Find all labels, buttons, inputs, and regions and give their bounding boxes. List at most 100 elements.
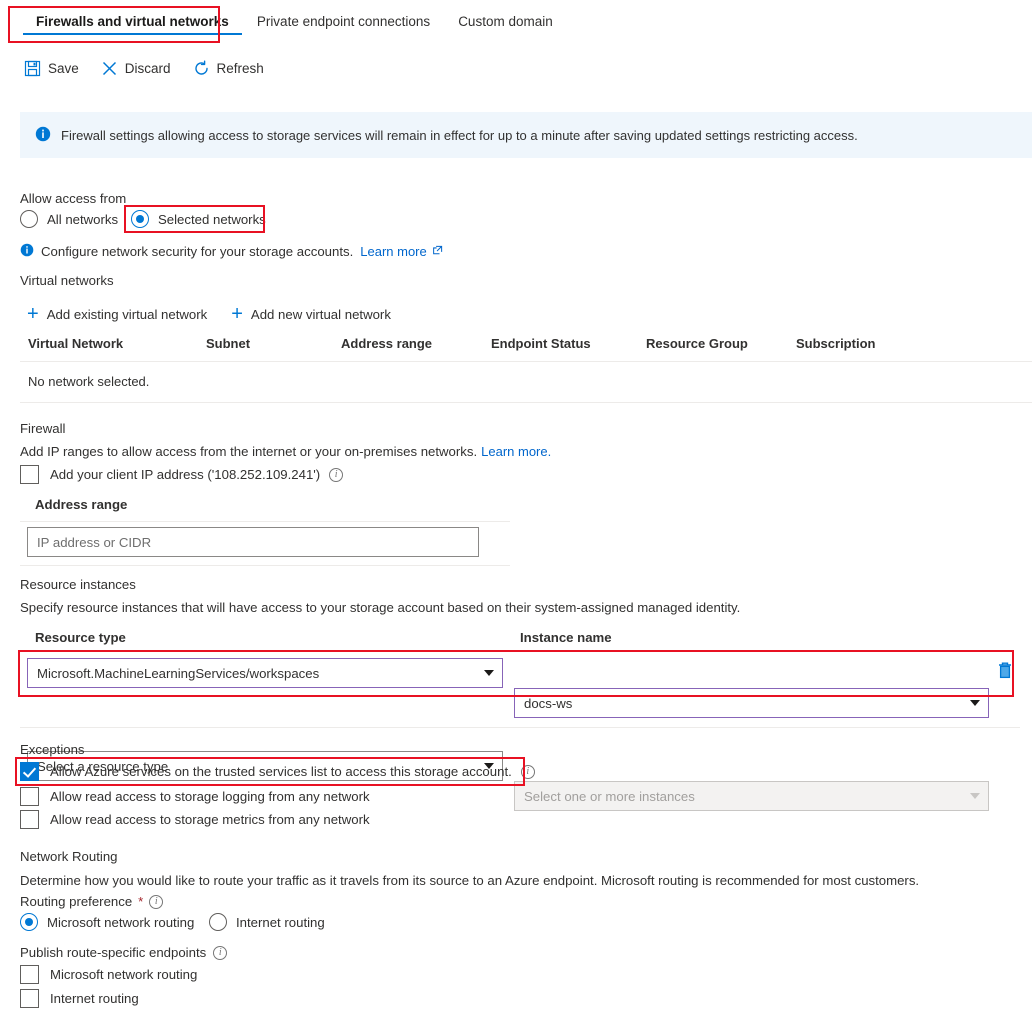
instance-name-dropdown-row-2: Select one or more instances bbox=[514, 781, 989, 811]
resource-type-dropdown-row-1[interactable]: Microsoft.MachineLearningServices/worksp… bbox=[27, 658, 503, 688]
publish-internet-routing-checkbox[interactable] bbox=[20, 989, 39, 1008]
radio-all-networks[interactable]: All networks bbox=[20, 210, 118, 228]
exception-storage-logging-label: Allow read access to storage logging fro… bbox=[50, 789, 370, 804]
exception-storage-logging-checkbox[interactable] bbox=[20, 787, 39, 806]
instance-name-dropdown-row-1[interactable]: docs-ws bbox=[514, 688, 989, 718]
column-header-address-range: Address range bbox=[341, 336, 433, 351]
save-label: Save bbox=[48, 61, 79, 76]
table-empty-row: No network selected. bbox=[20, 361, 1032, 403]
exceptions-label: Exceptions bbox=[20, 742, 85, 757]
publish-microsoft-routing-row[interactable]: Microsoft network routing bbox=[20, 965, 197, 984]
radio-internet-routing[interactable]: Internet routing bbox=[209, 913, 325, 931]
publish-endpoints-label: Publish route-specific endpoints bbox=[20, 945, 207, 960]
plus-icon: + bbox=[27, 303, 39, 325]
routing-preference-label-row: Routing preference * i bbox=[20, 894, 164, 909]
exception-trusted-services-row[interactable]: Allow Azure services on the trusted serv… bbox=[20, 762, 535, 781]
virtual-networks-table: Virtual Network Subnet Address range End… bbox=[20, 336, 1032, 403]
publish-microsoft-routing-checkbox[interactable] bbox=[20, 965, 39, 984]
radio-indicator-all-networks[interactable] bbox=[20, 210, 38, 228]
table-header-row: Virtual Network Subnet Address range End… bbox=[20, 336, 1032, 361]
add-existing-virtual-network-button[interactable]: + Add existing virtual network bbox=[27, 304, 207, 324]
divider-above-address-range bbox=[20, 521, 510, 522]
resource-instances-description: Specify resource instances that will hav… bbox=[20, 600, 741, 615]
info-banner-text: Firewall settings allowing access to sto… bbox=[61, 127, 858, 143]
info-banner: Firewall settings allowing access to sto… bbox=[20, 112, 1032, 158]
command-bar: Save Discard Refresh bbox=[24, 60, 264, 77]
exception-storage-metrics-row[interactable]: Allow read access to storage metrics fro… bbox=[20, 810, 370, 829]
add-new-virtual-network-button[interactable]: + Add new virtual network bbox=[231, 304, 391, 324]
radio-selected-networks[interactable]: Selected networks bbox=[131, 210, 266, 228]
resource-instances-label: Resource instances bbox=[20, 577, 136, 592]
allow-access-from-label: Allow access from bbox=[20, 191, 127, 206]
add-client-ip-checkbox-row[interactable]: Add your client IP address ('108.252.109… bbox=[20, 465, 344, 484]
chevron-down-icon bbox=[970, 700, 980, 706]
publish-internet-routing-row[interactable]: Internet routing bbox=[20, 989, 139, 1008]
trash-can-icon bbox=[996, 662, 1014, 683]
discard-label: Discard bbox=[124, 61, 171, 76]
tab-private-endpoint-connections[interactable]: Private endpoint connections bbox=[243, 12, 444, 39]
virtual-networks-label: Virtual networks bbox=[20, 273, 114, 288]
tab-bar: Firewalls and virtual networks Private e… bbox=[0, 0, 1032, 48]
radio-indicator-selected-networks[interactable] bbox=[131, 210, 149, 228]
info-outline-icon[interactable]: i bbox=[149, 894, 164, 909]
firewall-label: Firewall bbox=[20, 421, 66, 436]
refresh-button[interactable]: Refresh bbox=[193, 60, 264, 77]
column-header-subnet: Subnet bbox=[206, 336, 251, 351]
radio-indicator-microsoft-routing[interactable] bbox=[20, 913, 38, 931]
routing-preference-label: Routing preference bbox=[20, 894, 133, 909]
exception-trusted-services-checkbox[interactable] bbox=[20, 762, 39, 781]
radio-indicator-internet-routing[interactable] bbox=[209, 913, 227, 931]
instance-name-value-row-1: docs-ws bbox=[524, 695, 573, 711]
firewall-description-text: Add IP ranges to allow access from the i… bbox=[20, 444, 478, 459]
address-range-input[interactable] bbox=[27, 527, 479, 557]
info-filled-icon bbox=[20, 243, 34, 260]
tab-custom-domain[interactable]: Custom domain bbox=[444, 12, 567, 39]
exception-storage-metrics-label: Allow read access to storage metrics fro… bbox=[50, 812, 370, 827]
column-header-resource-group: Resource Group bbox=[646, 336, 748, 351]
info-filled-icon bbox=[35, 126, 51, 145]
firewall-learn-more-link[interactable]: Learn more. bbox=[481, 444, 551, 459]
firewall-description: Add IP ranges to allow access from the i… bbox=[20, 444, 551, 459]
x-cross-icon bbox=[101, 60, 118, 77]
radio-microsoft-network-routing[interactable]: Microsoft network routing bbox=[20, 913, 194, 931]
network-security-hint-text: Configure network security for your stor… bbox=[41, 244, 354, 259]
publish-endpoints-label-row: Publish route-specific endpoints i bbox=[20, 945, 228, 960]
radio-label-all-networks: All networks bbox=[47, 211, 119, 227]
learn-more-link[interactable]: Learn more bbox=[360, 244, 426, 259]
info-outline-icon[interactable]: i bbox=[213, 945, 228, 960]
divider-below-resource-instances bbox=[20, 727, 1020, 728]
resource-type-column-label: Resource type bbox=[35, 630, 126, 645]
chevron-down-icon bbox=[970, 793, 980, 799]
save-button[interactable]: Save bbox=[24, 60, 79, 77]
tab-label: Firewalls and virtual networks bbox=[36, 14, 229, 29]
tab-firewalls-and-virtual-networks[interactable]: Firewalls and virtual networks bbox=[22, 12, 243, 39]
circular-arrow-icon bbox=[193, 60, 210, 77]
column-header-subscription: Subscription bbox=[796, 336, 876, 351]
column-header-virtual-network: Virtual Network bbox=[28, 336, 124, 351]
address-range-label: Address range bbox=[35, 497, 128, 512]
exception-storage-logging-row[interactable]: Allow read access to storage logging fro… bbox=[20, 787, 370, 806]
info-outline-icon[interactable]: i bbox=[520, 764, 535, 779]
external-link-icon bbox=[432, 244, 443, 259]
firewalls-virtual-networks-page: Firewalls and virtual networks Private e… bbox=[0, 0, 1032, 1027]
column-header-endpoint-status: Endpoint Status bbox=[491, 336, 591, 351]
publish-microsoft-routing-label: Microsoft network routing bbox=[50, 967, 198, 982]
exception-trusted-services-label: Allow Azure services on the trusted serv… bbox=[50, 764, 512, 779]
virtual-network-actions: + Add existing virtual network + Add new… bbox=[27, 304, 391, 324]
info-outline-icon[interactable]: i bbox=[329, 467, 344, 482]
instance-name-column-label: Instance name bbox=[520, 630, 612, 645]
exception-storage-metrics-checkbox[interactable] bbox=[20, 810, 39, 829]
add-new-label: Add new virtual network bbox=[250, 306, 391, 322]
chevron-down-icon bbox=[484, 670, 494, 676]
add-client-ip-checkbox[interactable] bbox=[20, 465, 39, 484]
refresh-label: Refresh bbox=[216, 61, 264, 76]
discard-button[interactable]: Discard bbox=[101, 60, 171, 77]
radio-label-selected-networks: Selected networks bbox=[158, 211, 266, 227]
radio-label-internet-routing: Internet routing bbox=[236, 914, 325, 930]
required-asterisk: * bbox=[138, 894, 144, 909]
resource-type-value-row-1: Microsoft.MachineLearningServices/worksp… bbox=[37, 665, 320, 681]
tab-label: Custom domain bbox=[458, 14, 553, 29]
plus-icon: + bbox=[231, 303, 243, 325]
instance-name-value-row-2: Select one or more instances bbox=[524, 788, 695, 804]
delete-resource-instance-button[interactable] bbox=[996, 660, 1014, 683]
